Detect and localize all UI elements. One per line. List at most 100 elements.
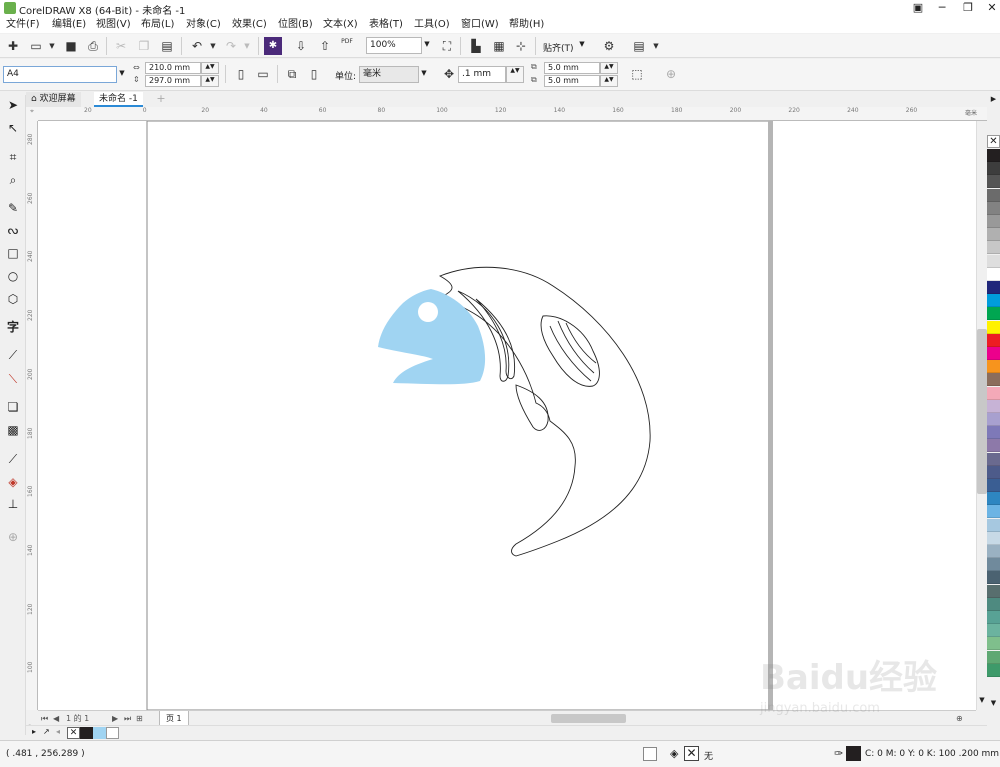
doc-swatch-white[interactable]: [106, 727, 119, 739]
palette-swatch[interactable]: [987, 241, 1000, 255]
palette-swatch[interactable]: [987, 479, 1000, 492]
palette-swatch[interactable]: [987, 571, 1000, 585]
eyedropper-icon[interactable]: ⟋: [3, 449, 23, 469]
polygon-tool-icon[interactable]: ⬡: [3, 289, 23, 309]
new-document-icon[interactable]: ✚: [4, 37, 22, 55]
palette-swatch[interactable]: [987, 333, 1000, 347]
palette-swatch[interactable]: [987, 228, 1000, 242]
pick-tool-icon[interactable]: ➤: [3, 95, 23, 115]
duplicate-distance-y-field[interactable]: 5.0 mm: [544, 75, 600, 87]
save-icon[interactable]: ■: [62, 37, 80, 55]
add-tool-icon[interactable]: ⊕: [662, 65, 680, 83]
dup-x-spinner[interactable]: ▲▼: [600, 62, 618, 74]
menu-layout[interactable]: 布局(L): [141, 17, 174, 32]
show-guidelines-icon[interactable]: ⊹: [512, 37, 530, 55]
close-button[interactable]: ✕: [978, 0, 1000, 16]
page-size-select[interactable]: A4: [3, 66, 117, 83]
scroll-down-icon[interactable]: ▼: [977, 696, 987, 708]
horizontal-ruler[interactable]: 20 0 20 40 60 80 100 120 140 160 180 200 220 240 260: [37, 107, 987, 121]
palette-swatch[interactable]: [987, 373, 1000, 387]
export-icon[interactable]: ⇧: [316, 37, 334, 55]
next-page-icon[interactable]: ▶: [112, 711, 118, 726]
publish-pdf-icon[interactable]: PDF: [338, 37, 356, 55]
palette-swatch[interactable]: [987, 465, 1000, 479]
menu-file[interactable]: 文件(F): [6, 17, 40, 32]
palette-swatch[interactable]: [987, 545, 1000, 558]
dup-y-spinner[interactable]: ▲▼: [600, 75, 618, 87]
menu-window[interactable]: 窗口(W): [461, 17, 499, 32]
menu-bitmaps[interactable]: 位图(B): [278, 17, 313, 32]
full-screen-icon[interactable]: ⛶: [438, 37, 456, 55]
import-icon[interactable]: ⇩: [292, 37, 310, 55]
palette-swatch[interactable]: [987, 492, 1000, 506]
palette-scroll-up-icon[interactable]: ▶: [988, 95, 999, 107]
vertical-ruler[interactable]: 28026024022020018016014012010080: [26, 107, 38, 732]
palette-swatch[interactable]: [987, 637, 1000, 651]
units-select[interactable]: 毫米: [359, 66, 419, 83]
palette-swatch[interactable]: [987, 307, 1000, 321]
drawing-canvas[interactable]: [38, 120, 986, 711]
current-page-icon[interactable]: ▯: [305, 65, 323, 83]
show-grid-icon[interactable]: ▦: [490, 37, 508, 55]
page-border-icon[interactable]: ⬚: [628, 65, 646, 83]
palette-swatch[interactable]: [987, 426, 1000, 440]
zoom-tool-icon[interactable]: ⌕: [3, 170, 23, 190]
tab-document[interactable]: 未命名 -1: [94, 92, 143, 107]
new-tab-icon[interactable]: +: [154, 92, 168, 106]
print-icon[interactable]: ⎙: [84, 37, 102, 55]
undo-dropdown-icon[interactable]: ▼: [204, 37, 222, 55]
doc-swatch-none[interactable]: ✕: [67, 727, 80, 739]
tab-welcome[interactable]: ⌂ 欢迎屏幕: [26, 92, 81, 107]
search-content-icon[interactable]: ✱: [264, 37, 282, 55]
no-color-swatch[interactable]: ✕: [987, 135, 1000, 148]
menu-effects[interactable]: 效果(C): [232, 17, 267, 32]
palette-swatch[interactable]: [987, 386, 1000, 400]
fill-none-swatch[interactable]: ✕: [684, 746, 699, 761]
ellipse-tool-icon[interactable]: ○: [3, 266, 23, 286]
nudge-distance-field[interactable]: .1 mm: [458, 66, 506, 83]
add-page-icon[interactable]: ⊞: [136, 711, 143, 726]
palette-swatch[interactable]: [987, 650, 1000, 664]
palette-swatch[interactable]: [987, 175, 1000, 189]
palette-swatch[interactable]: [987, 597, 1000, 611]
palette-swatch[interactable]: [987, 347, 1000, 360]
page-tab-1[interactable]: 页 1: [159, 711, 189, 726]
show-rulers-icon[interactable]: ▙: [467, 37, 485, 55]
smart-fill-icon[interactable]: ⊥: [3, 494, 23, 514]
doc-palette-scroll-icon[interactable]: ◂: [56, 727, 60, 736]
palette-swatch[interactable]: [987, 267, 1000, 281]
width-spinner[interactable]: ▲▼: [201, 62, 219, 74]
add-tool-icon[interactable]: ⊕: [3, 527, 23, 547]
horizontal-scroll-thumb[interactable]: [551, 714, 626, 723]
palette-swatch[interactable]: [987, 399, 1000, 413]
connector-tool-icon[interactable]: ⟍: [3, 369, 23, 389]
minimize-button[interactable]: ─: [928, 0, 956, 16]
portrait-icon[interactable]: ▯: [232, 65, 250, 83]
open-dropdown-icon[interactable]: ▼: [43, 37, 61, 55]
palette-swatch[interactable]: [987, 558, 1000, 572]
interactive-fill-icon[interactable]: ◈: [3, 472, 23, 492]
nudge-spinner[interactable]: ▲▼: [506, 66, 524, 83]
menu-edit[interactable]: 编辑(E): [52, 17, 86, 32]
prev-page-icon[interactable]: ◀: [53, 711, 59, 726]
palette-swatch[interactable]: [987, 215, 1000, 228]
doc-palette-menu-icon[interactable]: ▸: [32, 727, 36, 736]
palette-swatch[interactable]: [987, 281, 1000, 294]
color-proof-icon[interactable]: [643, 747, 657, 761]
palette-swatch[interactable]: [987, 611, 1000, 624]
all-pages-icon[interactable]: ⧉: [283, 65, 301, 83]
palette-swatch[interactable]: [987, 518, 1000, 532]
palette-swatch[interactable]: [987, 531, 1000, 545]
menu-help[interactable]: 帮助(H): [509, 17, 544, 32]
vertical-scroll-thumb[interactable]: [977, 329, 987, 494]
palette-swatch[interactable]: [987, 149, 1000, 162]
palette-swatch[interactable]: [987, 663, 1000, 677]
drop-shadow-icon[interactable]: ❏: [3, 397, 23, 417]
palette-swatch[interactable]: [987, 188, 1000, 202]
palette-swatch[interactable]: [987, 320, 1000, 334]
redo-dropdown-icon[interactable]: ▼: [238, 37, 256, 55]
rectangle-tool-icon[interactable]: □: [3, 243, 23, 263]
palette-swatch[interactable]: [987, 624, 1000, 638]
palette-swatch[interactable]: [987, 201, 1000, 215]
palette-swatch[interactable]: [987, 360, 1000, 374]
